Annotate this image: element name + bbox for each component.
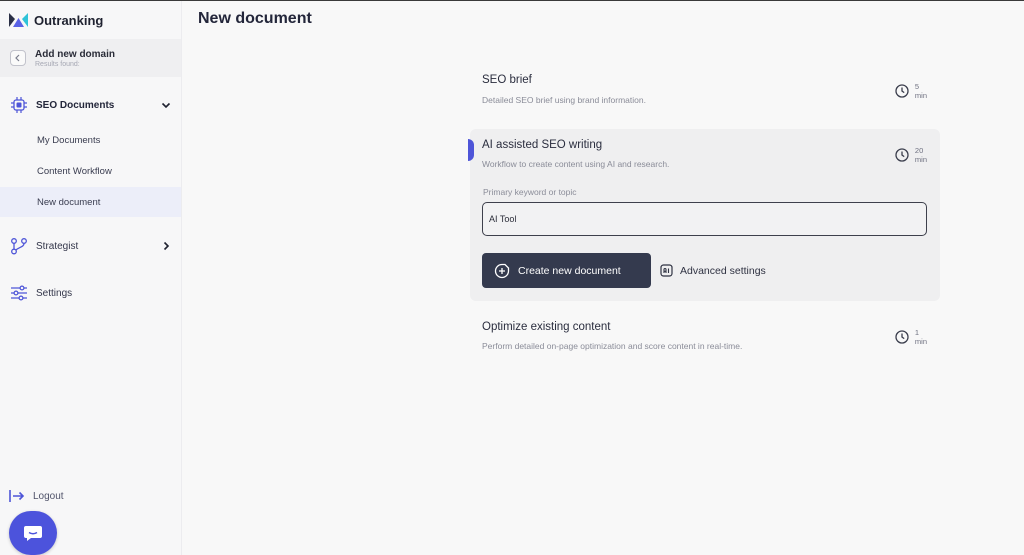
- create-new-document-button[interactable]: Create new document: [482, 253, 651, 288]
- sidebar-item-my-documents[interactable]: My Documents: [0, 125, 181, 155]
- domain-selector[interactable]: Add new domain Results found:: [0, 39, 181, 77]
- option-card-seo-brief[interactable]: SEO brief Detailed SEO brief using brand…: [470, 64, 940, 120]
- create-button-label: Create new document: [518, 264, 621, 277]
- time-value: 1: [914, 328, 920, 337]
- option-card-ai-seo-writing[interactable]: AI assisted SEO writing Workflow to crea…: [468, 129, 940, 301]
- back-button[interactable]: [10, 50, 26, 66]
- sidebar-item-new-document[interactable]: New document: [0, 187, 181, 217]
- new-document-icon: [494, 263, 510, 278]
- strategy-icon: [10, 237, 28, 255]
- domain-subtitle: Results found:: [35, 60, 80, 68]
- time-unit: min: [914, 155, 927, 164]
- nav-strategist[interactable]: Strategist: [0, 234, 181, 258]
- clock-icon: [895, 330, 909, 344]
- nav-strategist-label: Strategist: [36, 240, 79, 252]
- clock-icon: [895, 148, 909, 162]
- active-indicator: [468, 139, 474, 161]
- chevron-right-icon: [163, 241, 170, 251]
- card-description: Workflow to create content using AI and …: [482, 159, 670, 169]
- advanced-settings-label: Advanced settings: [680, 264, 766, 277]
- chevron-left-icon: [15, 54, 20, 62]
- time-estimate: 5 min: [895, 82, 927, 100]
- keyword-input[interactable]: [482, 202, 927, 236]
- time-estimate: 20 min: [895, 146, 927, 164]
- domain-title: Add new domain: [35, 48, 115, 60]
- nav-settings-label: Settings: [36, 287, 73, 299]
- clock-icon: [895, 84, 909, 98]
- card-title: SEO brief: [482, 74, 532, 86]
- card-description: Perform detailed on-page optimization an…: [482, 341, 743, 351]
- advanced-settings-button[interactable]: Advanced settings: [660, 264, 766, 277]
- chip-icon: [10, 96, 28, 114]
- card-title: Optimize existing content: [482, 321, 611, 333]
- keyword-field-label: Primary keyword or topic: [483, 187, 577, 197]
- time-value: 5: [914, 82, 920, 91]
- page-title: New document: [198, 10, 312, 27]
- time-unit: min: [914, 337, 927, 346]
- nav-seo-documents[interactable]: SEO Documents: [0, 93, 181, 117]
- card-title: AI assisted SEO writing: [482, 139, 603, 151]
- nav-settings[interactable]: Settings: [0, 281, 181, 305]
- chevron-down-icon: [161, 102, 171, 109]
- logout-button[interactable]: Logout: [9, 489, 64, 503]
- option-card-optimize-content[interactable]: Optimize existing content Perform detail…: [470, 310, 940, 366]
- outranking-logo-icon: [9, 13, 28, 27]
- sidebar: Outranking Add new domain Results found:…: [0, 1, 182, 555]
- chat-icon: [24, 526, 42, 541]
- brand-name: Outranking: [34, 12, 104, 28]
- logout-icon: [9, 490, 25, 502]
- brand-logo[interactable]: Outranking: [9, 12, 103, 28]
- sidebar-item-content-workflow[interactable]: Content Workflow: [0, 156, 181, 186]
- card-description: Detailed SEO brief using brand informati…: [482, 95, 646, 105]
- ai-settings-icon: [660, 264, 673, 277]
- time-unit: min: [914, 91, 927, 100]
- time-estimate: 1 min: [895, 328, 927, 346]
- sliders-icon: [10, 284, 28, 302]
- chat-button[interactable]: [9, 511, 57, 555]
- nav-seo-documents-label: SEO Documents: [36, 99, 115, 111]
- logout-label: Logout: [33, 490, 64, 502]
- time-value: 20: [914, 146, 924, 155]
